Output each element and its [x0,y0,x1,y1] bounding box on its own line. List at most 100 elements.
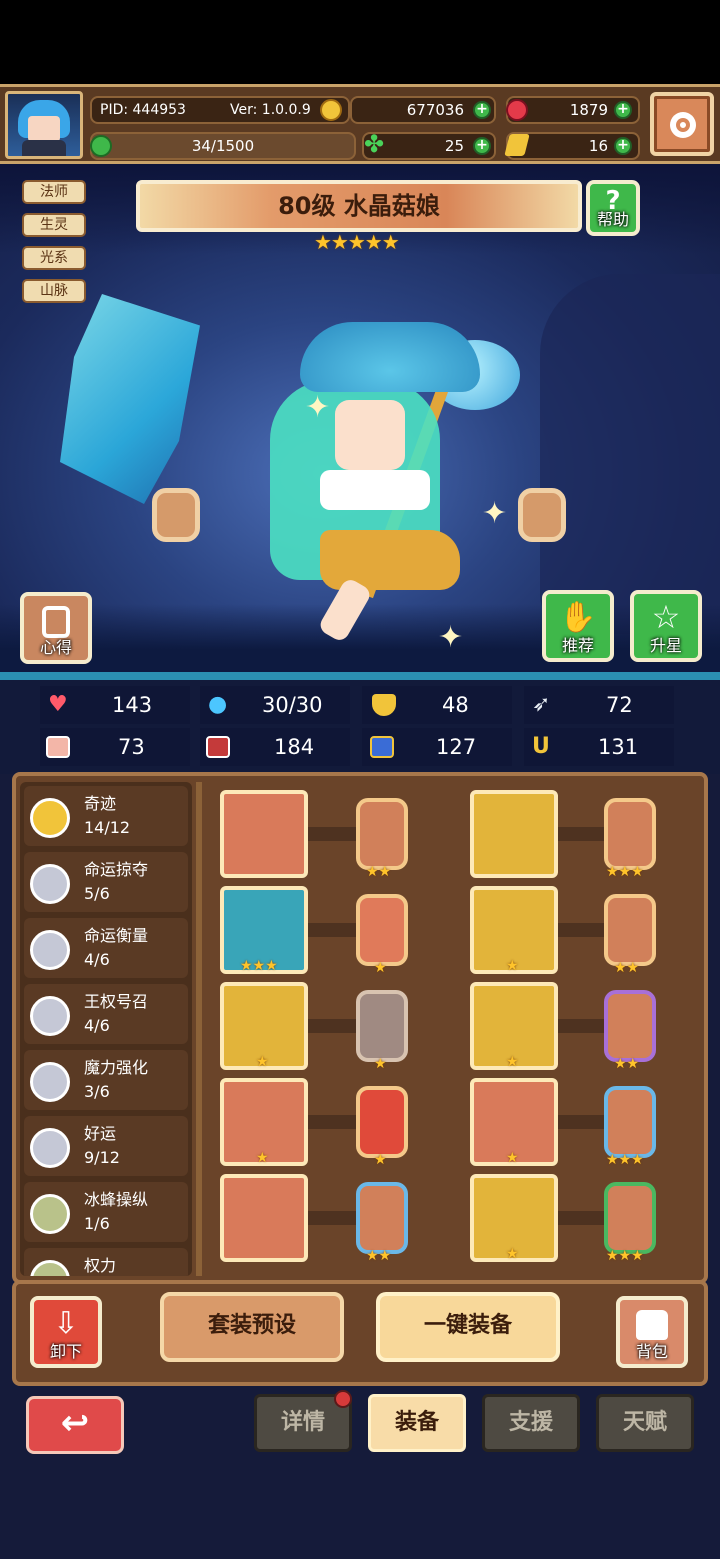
stat-mana-value: 30/30 [262,693,323,717]
rune-slot[interactable] [604,1182,656,1254]
ticket-value: 16 [588,137,608,155]
preset-button[interactable]: 套装预设 [160,1292,344,1362]
set-name: 命运掠夺 [84,860,149,879]
slot-link [558,1211,608,1225]
set-item[interactable]: 魔力强化 3/6 [24,1050,188,1110]
rune-stars: ★ [374,960,387,976]
prev-hero-button[interactable] [152,488,200,542]
set-item[interactable]: 命运衡量 4/6 [24,918,188,978]
slot-link [558,827,608,841]
next-hero-button[interactable] [518,488,566,542]
back-button[interactable]: ↩ [26,1396,124,1454]
red-gem-icon [506,99,528,121]
rune-slot[interactable] [604,894,656,966]
notification-badge [334,1390,352,1408]
star-up-button[interactable]: ☆ 升星 [630,590,702,662]
rune-stars: ★★★ [606,864,644,880]
rune-stars: ★★★ [606,1152,644,1168]
set-name: 魔力强化 [84,1058,149,1077]
rune-slot[interactable] [604,798,656,870]
help-label: 帮助 [596,210,629,229]
player-avatar[interactable] [5,91,83,159]
item-stars: ★ [506,958,519,974]
set-emblem-icon [30,1062,70,1102]
add-ticket-button[interactable]: + [614,137,632,155]
rune-slot[interactable] [356,798,408,870]
rune-stars: ★ [374,1056,387,1072]
fist-icon [46,736,70,758]
spellbook-icon [206,736,230,758]
rune-stars: ★★ [366,864,392,880]
set-item[interactable]: 冰蜂操纵 1/6 [24,1182,188,1242]
slot-link [558,1115,608,1129]
character-face [335,400,405,470]
bag-button[interactable]: 背包 [616,1296,688,1368]
insight-button[interactable]: 心得 [20,592,92,664]
tab-equipment[interactable]: 装备 [368,1394,466,1452]
set-count: 14/12 [84,818,131,837]
tag-mage: 法师 [22,180,86,204]
set-item[interactable]: 奇迹 14/12 [24,786,188,846]
set-item[interactable]: 权力 [24,1248,188,1276]
rune-slot[interactable] [604,990,656,1062]
settings-button[interactable] [650,92,714,156]
set-emblem-icon [30,1194,70,1234]
rune-slot[interactable] [356,1182,408,1254]
set-emblem-icon [30,930,70,970]
stat-hp: ♥ 143 [40,686,190,724]
unequip-label: 卸下 [49,1342,82,1361]
rune-stars: ★★ [614,960,640,976]
rune-stars: ★ [374,1152,387,1168]
rune-slot[interactable] [356,894,408,966]
energy-value: 34/1500 [191,137,255,155]
tag-mountain: 山脉 [22,279,86,303]
add-gem-button[interactable]: + [614,101,632,119]
equip-slot-ring[interactable] [220,1174,308,1262]
pid-version-bar: PID: 444953 Ver: 1.0.0.9 [90,96,350,124]
set-emblem-icon [30,798,70,838]
set-emblem-icon [30,864,70,904]
recommend-label: 推荐 [561,636,594,655]
stat-magic-value: 184 [274,735,315,759]
stat-speed-value: 72 [606,693,633,717]
clover-icon: ✤ [364,130,385,158]
auto-equip-button[interactable]: 一键装备 [376,1292,560,1362]
recommend-button[interactable]: ✋ 推荐 [542,590,614,662]
set-name: 奇迹 [84,794,117,813]
set-item[interactable]: 命运掠夺 5/6 [24,852,188,912]
stat-magic-defense: 127 [362,728,512,766]
add-gold-button[interactable]: + [473,101,491,119]
slot-link [308,923,358,937]
unequip-button[interactable]: ⇩ 卸下 [30,1296,102,1368]
insight-label: 心得 [39,638,72,657]
equip-slot-scepter[interactable] [220,790,308,878]
stat-defense: 48 [362,686,512,724]
rune-slot[interactable] [356,1086,408,1158]
set-emblem-icon [30,1128,70,1168]
equip-slot-crown[interactable] [470,790,558,878]
rune-slot[interactable] [356,990,408,1062]
help-button[interactable]: ? 帮助 [586,180,640,236]
character-skirt [320,530,460,590]
tag-light: 光系 [22,246,86,270]
slot-link [308,1211,358,1225]
add-clover-button[interactable]: + [473,137,491,155]
rune-slot[interactable] [604,1086,656,1158]
slot-link [308,827,358,841]
set-name: 命运衡量 [84,926,149,945]
item-stars: ★★★ [240,958,278,974]
star-up-label: 升星 [649,636,682,655]
sparkle-icon: ✦ [482,496,508,531]
set-emblem-icon [30,996,70,1036]
set-bonus-list[interactable]: 奇迹 14/12 命运掠夺 5/6 命运衡量 4/6 王权号召 4/6 魔力强化… [20,782,192,1276]
clover-value: 25 [444,137,464,155]
set-item[interactable]: 好运 9/12 [24,1116,188,1176]
tab-talent[interactable]: 天赋 [596,1394,694,1452]
set-count: 1/6 [84,1214,110,1233]
action-row [12,1280,708,1386]
water-line [0,672,720,680]
tab-support[interactable]: 支援 [482,1394,580,1452]
sparkle-icon: ✦ [438,620,464,655]
cave-wall [540,274,720,634]
set-item[interactable]: 王权号召 4/6 [24,984,188,1044]
